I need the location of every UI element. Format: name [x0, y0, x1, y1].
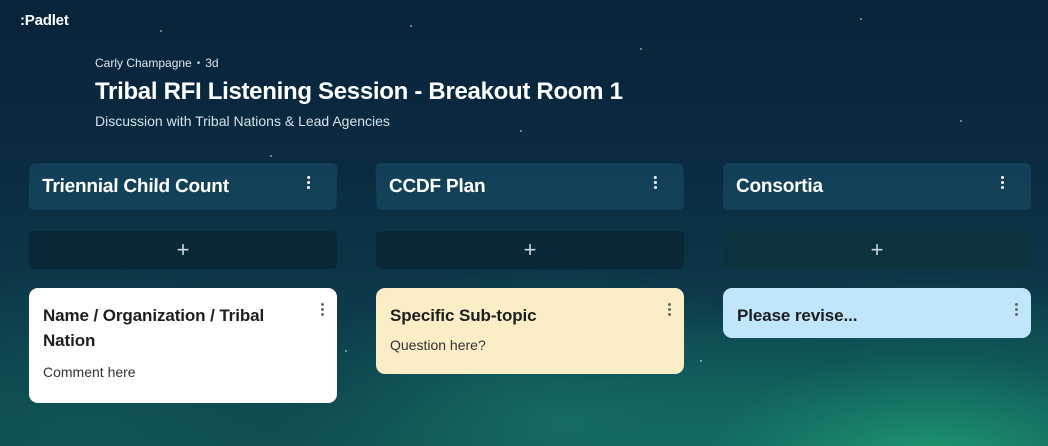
column-consortia: Consortia + Please revise...: [723, 163, 1031, 338]
post-card[interactable]: Specific Sub-topic Question here?: [376, 288, 684, 374]
background-star: [345, 350, 347, 352]
background-star: [270, 155, 272, 157]
more-vertical-icon[interactable]: [301, 173, 315, 191]
column-header[interactable]: CCDF Plan: [375, 163, 685, 210]
plus-icon: +: [176, 237, 190, 262]
post-card[interactable]: Name / Organization / Tribal Nation Comm…: [29, 288, 337, 403]
more-vertical-icon[interactable]: [1009, 300, 1023, 318]
column-title: Triennial Child Count: [41, 175, 230, 197]
background-star: [640, 48, 642, 50]
post-age: 3d: [205, 56, 219, 70]
meta-separator: •: [196, 57, 201, 69]
background-star: [160, 30, 162, 32]
post-title: Name / Organization / Tribal Nation: [43, 306, 265, 350]
board-title: Tribal RFI Listening Session - Breakout …: [95, 78, 623, 105]
background-star: [700, 360, 702, 362]
board-meta: Carly Champagne • 3d: [95, 56, 995, 70]
column-triennial-child-count: Triennial Child Count + Name / Organizat…: [28, 163, 338, 403]
post-title: Please revise...: [737, 306, 858, 325]
background-star: [860, 18, 862, 20]
post-title: Specific Sub-topic: [390, 306, 537, 325]
more-vertical-icon[interactable]: [315, 300, 329, 318]
board-subtitle: Discussion with Tribal Nations & Lead Ag…: [95, 113, 390, 129]
column-ccdf-plan: CCDF Plan + Specific Sub-topic Question …: [375, 163, 685, 374]
column-title: Consortia: [736, 175, 823, 197]
column-header[interactable]: Triennial Child Count: [28, 163, 338, 210]
more-vertical-icon[interactable]: [662, 300, 676, 318]
more-vertical-icon[interactable]: [995, 173, 1009, 191]
author-name[interactable]: Carly Champagne: [95, 56, 192, 70]
plus-icon: +: [523, 237, 537, 262]
column-title: CCDF Plan: [388, 175, 486, 197]
post-body: Comment here: [43, 364, 136, 380]
post-card[interactable]: Please revise...: [723, 288, 1031, 338]
column-header[interactable]: Consortia: [723, 163, 1031, 210]
padlet-board: :Padlet Carly Champagne • 3d Tribal RFI …: [0, 0, 1048, 446]
padlet-logo[interactable]: :Padlet: [20, 12, 69, 29]
more-vertical-icon[interactable]: [648, 173, 662, 191]
add-post-button[interactable]: +: [29, 231, 337, 269]
add-post-button[interactable]: +: [376, 231, 684, 269]
plus-icon: +: [870, 237, 884, 262]
board-header: Carly Champagne • 3d Tribal RFI Listenin…: [95, 56, 995, 129]
background-star: [410, 25, 412, 27]
background-star: [520, 130, 522, 132]
add-post-button[interactable]: +: [723, 231, 1031, 269]
post-body: Question here?: [390, 337, 486, 353]
